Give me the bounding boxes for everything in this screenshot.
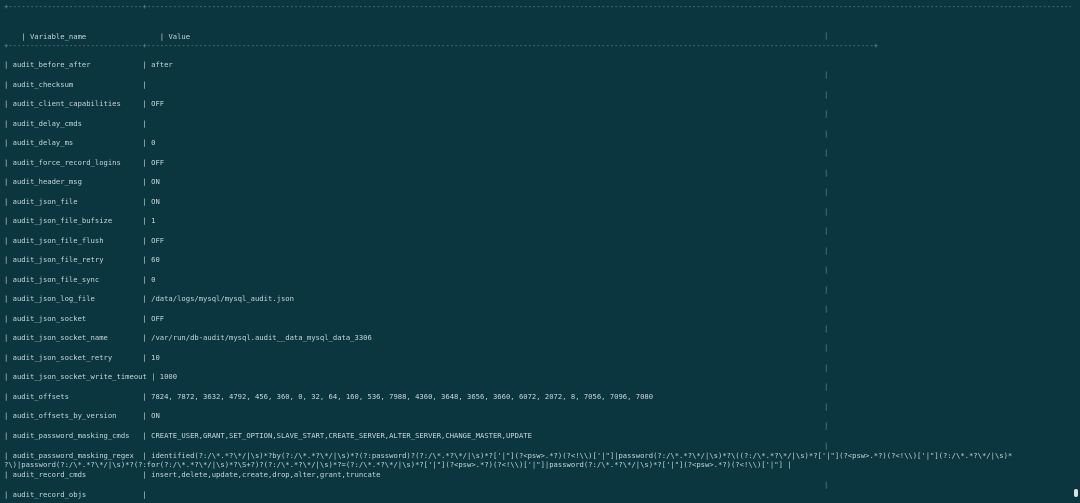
table-row: | audit_record_cmds | insert,delete,upda… <box>4 469 380 480</box>
row-text: | audit_record_objs | <box>4 490 147 499</box>
table-row: | audit_before_after | after <box>4 59 173 70</box>
table-row: | audit_json_socket_retry | 10 <box>4 352 160 363</box>
row-end-pipe: | <box>824 129 829 138</box>
table-row: | audit_json_log_file | /data/logs/mysql… <box>4 293 294 304</box>
table-row: | audit_delay_cmds | <box>4 118 147 129</box>
row-end-pipe: | <box>824 246 829 255</box>
table-row: | audit_json_file_bufsize | 1 <box>4 215 155 226</box>
table-row: | audit_offsets_by_version | ON <box>4 410 160 421</box>
row-text: | audit_header_msg | ON <box>4 177 160 186</box>
row-end-pipe: | <box>824 480 829 489</box>
table-row: | audit_json_socket | OFF <box>4 313 164 324</box>
row-text: | audit_json_file_retry | 60 <box>4 255 160 264</box>
row-text: | audit_offsets | 7824, 7872, 3632, 4792… <box>4 392 654 401</box>
row-end-pipe: | <box>824 226 829 235</box>
table-row: | audit_json_file_sync | 0 <box>4 274 155 285</box>
table-row: | audit_delay_ms | 0 <box>4 137 155 148</box>
row-end-pipe: | <box>824 363 829 372</box>
row-text: | audit_json_socket_name | /var/run/db-a… <box>4 333 372 342</box>
row-end-pipe: | <box>824 148 829 157</box>
row-end-pipe: | <box>824 382 829 391</box>
row-text: | audit_delay_ms | 0 <box>4 138 156 147</box>
row-end-pipe: | <box>824 265 829 274</box>
table-row: | audit_checksum | <box>4 79 147 90</box>
table-row: | audit_json_socket_name | /var/run/db-a… <box>4 332 372 343</box>
row-text: | audit_before_after | after <box>4 60 173 69</box>
vertical-scrollbar[interactable] <box>1071 0 1080 503</box>
row-text: | audit_delay_cmds | <box>4 119 147 128</box>
row-end-pipe: | <box>824 324 829 333</box>
table-header: | Variable_name | Value <box>4 20 190 41</box>
table-row: | audit_record_objs | <box>4 489 147 500</box>
scrollbar-thumb[interactable] <box>1074 489 1078 497</box>
table-border-top: +-------------------------------+-------… <box>4 2 1080 11</box>
row-text: | audit_json_log_file | /data/logs/mysql… <box>4 294 294 303</box>
row-text: | audit_client_capabilities | OFF <box>4 99 165 108</box>
table-border-header: +-------------------------------+-------… <box>4 41 879 50</box>
row-end-pipe: | <box>824 70 829 79</box>
row-end-pipe: | <box>824 285 829 294</box>
row-end-pipe: | <box>824 187 829 196</box>
row-text: | audit_record_cmds | insert,delete,upda… <box>4 470 381 479</box>
row-end-pipe: | <box>824 421 829 430</box>
terminal-window: +-------------------------------+-------… <box>0 0 1080 503</box>
row-text: | audit_json_file_sync | 0 <box>4 275 156 284</box>
row-end-pipe: | <box>824 402 829 411</box>
table-row: | audit_header_msg | ON <box>4 176 160 187</box>
row-text: | audit_force_record_logins | OFF <box>4 158 165 167</box>
row-text: ?\)|password(?:/\*.*?\*/|\s)*?(?:for(?:/… <box>4 460 792 469</box>
table-row: | audit_json_file_retry | 60 <box>4 254 160 265</box>
row-end-pipe: | <box>824 343 829 352</box>
row-text: | audit_json_file_bufsize | 1 <box>4 216 156 225</box>
table-row: | audit_force_record_logins | OFF <box>4 157 164 168</box>
row-end-pipe: | <box>824 90 829 99</box>
row-end-pipe: | <box>824 168 829 177</box>
row-text: | audit_json_socket_retry | 10 <box>4 353 160 362</box>
row-text: | audit_json_socket_write_timeout | 1000 <box>4 372 178 381</box>
row-text: | audit_json_file | ON <box>4 197 160 206</box>
table-row: | audit_password_masking_cmds | CREATE_U… <box>4 430 532 441</box>
table-row: | audit_json_file | ON <box>4 196 160 207</box>
row-end-pipe: | <box>824 207 829 216</box>
table-row: | audit_json_socket_write_timeout | 1000 <box>4 371 177 382</box>
row-text: | audit_password_masking_cmds | CREATE_U… <box>4 431 532 440</box>
table-row: | audit_client_capabilities | OFF <box>4 98 164 109</box>
row-end-pipe: | <box>824 109 829 118</box>
row-text: | audit_checksum | <box>4 80 147 89</box>
row-end-pipe: | <box>824 304 829 313</box>
table-row: | audit_json_file_flush | OFF <box>4 235 164 246</box>
row-text: | audit_json_file_flush | OFF <box>4 236 165 245</box>
table-row: | audit_offsets | 7824, 7872, 3632, 4792… <box>4 391 653 402</box>
row-text: | audit_json_socket | OFF <box>4 314 165 323</box>
row-text: | audit_offsets_by_version | ON <box>4 411 160 420</box>
